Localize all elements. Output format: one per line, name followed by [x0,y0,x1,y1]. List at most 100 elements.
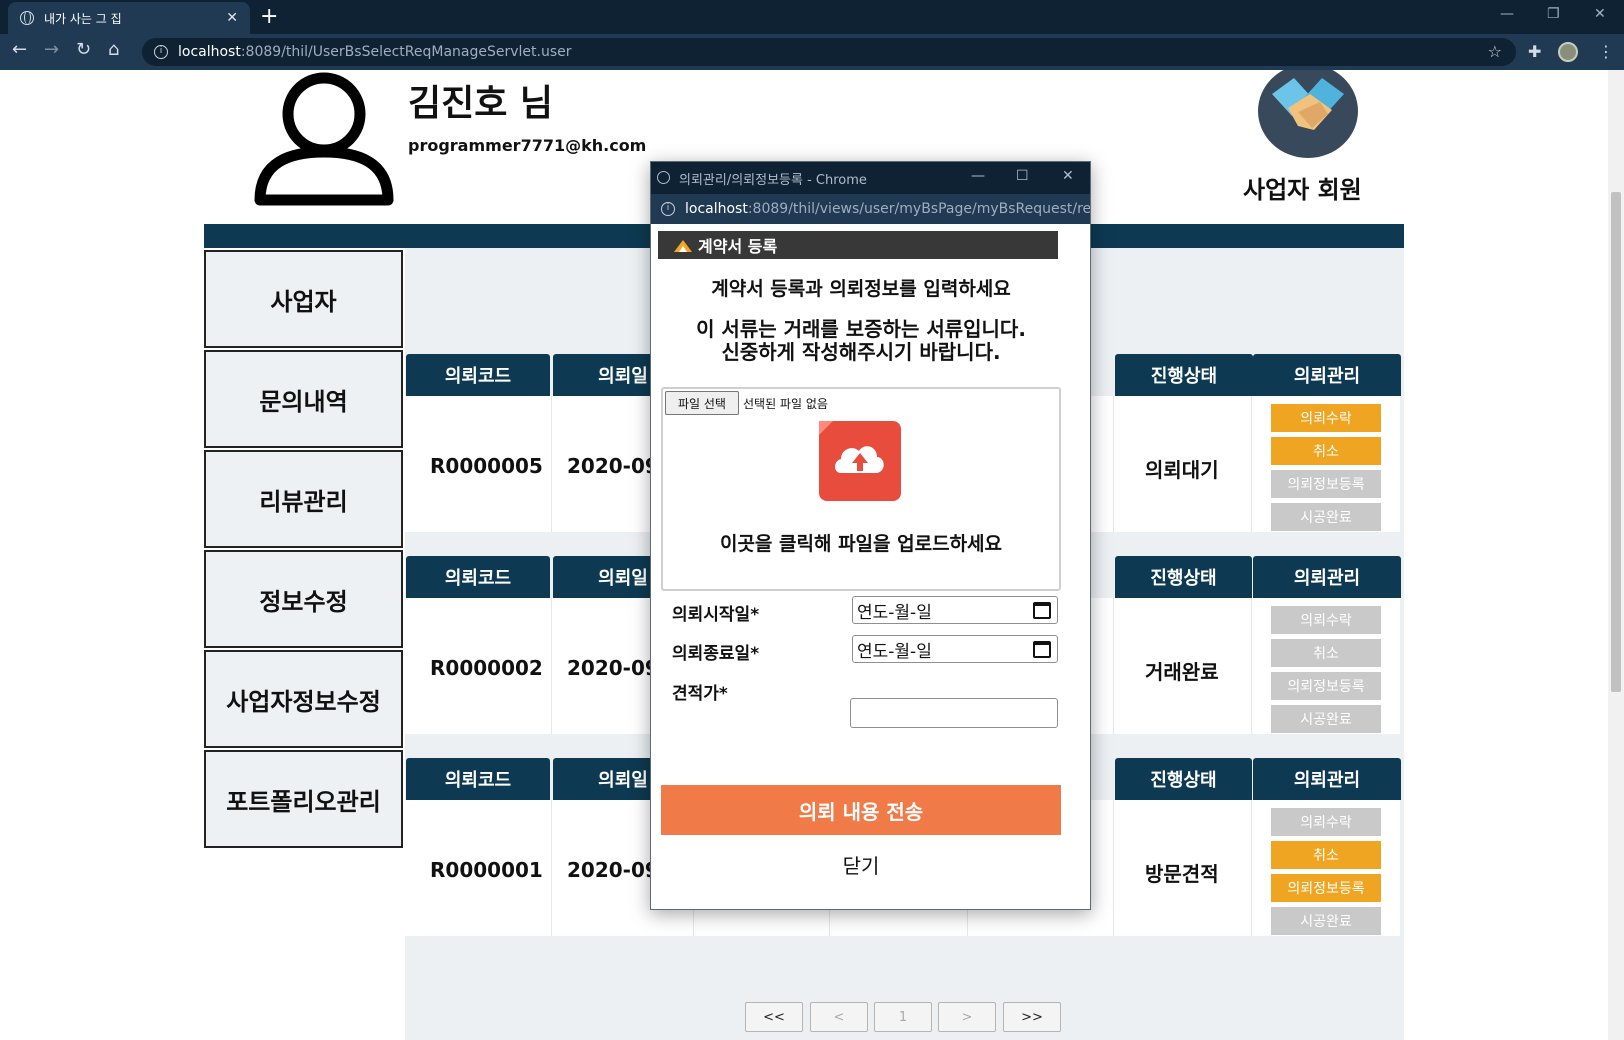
url-path: :8089/thil/UserBsSelectReqManageServlet.… [240,44,572,60]
user-name: 김진호 님 [408,83,554,124]
sidebar-item-edit-business-info[interactable]: 사업자정보수정 [204,650,403,748]
close-window-icon[interactable]: ✕ [1594,6,1606,22]
pagination-page-button[interactable]: 1 [874,1002,932,1032]
sidebar-item-edit-info[interactable]: 정보수정 [204,550,403,648]
header-request-code: 의뢰코드 [406,556,550,598]
sidebar-item-portfolio[interactable]: 포트폴리오관리 [204,750,403,848]
start-date-label: 의뢰시작일* [672,605,760,625]
forward-icon[interactable]: → [44,39,59,60]
pagination-prev-button[interactable]: < [810,1002,868,1032]
request-status: 방문견적 [1145,862,1219,886]
header-manage: 의뢰관리 [1253,354,1401,396]
price-label: 견적가* [672,684,728,704]
upload-instruction: 이곳을 클릭해 파일을 업로드하세요 [719,533,1003,555]
file-status: 선택된 파일 없음 [743,397,828,411]
header-request-code: 의뢰코드 [406,354,550,396]
close-tab-icon[interactable]: ✕ [226,10,238,26]
globe-icon [20,11,34,25]
header-request-code: 의뢰코드 [406,758,550,800]
browser-toolbar: ← → ↻ ⌂ i localhost :8089/thil/UserBsSel… [0,34,1624,70]
user-profile-icon [254,72,394,206]
pagination-last-button[interactable]: >> [1003,1002,1061,1032]
submit-request-button[interactable]: 의뢰 내용 전송 [661,785,1061,835]
close-popup-button[interactable]: 닫기 [651,850,1071,879]
notice-line: 신중하게 작성해주시기 바랍니다. [721,340,1001,364]
register-request-info-button[interactable]: 의뢰정보등록 [1271,470,1381,498]
request-status: 거래완료 [1145,660,1219,684]
sidebar-item-reviews[interactable]: 리뷰관리 [204,450,403,548]
calendar-icon[interactable] [1033,641,1051,658]
complete-construction-button[interactable]: 시공완료 [1271,907,1381,935]
end-date-placeholder: 연도-월-일 [857,641,932,662]
back-icon[interactable]: ← [12,39,27,60]
handshake-logo-icon [1258,70,1358,158]
browser-profile-avatar[interactable] [1558,42,1578,62]
header-manage: 의뢰관리 [1253,758,1401,800]
popup-address-bar: i localhost:8089/thil/views/user/myBsPag… [651,194,1090,224]
url-host: localhost [178,44,241,60]
tab-title: 내가 사는 그 집 [44,11,122,26]
browser-tabbar: 내가 사는 그 집 ✕ + — ❐ ✕ [0,0,1624,34]
section-title: 계약서 등록 [698,237,778,256]
close-window-icon[interactable]: ✕ [1062,168,1074,184]
house-icon [674,240,692,252]
accept-request-button[interactable]: 의뢰수락 [1271,404,1381,432]
price-input[interactable] [850,698,1058,728]
complete-construction-button[interactable]: 시공완료 [1271,705,1381,733]
home-icon[interactable]: ⌂ [108,39,119,60]
minimize-icon[interactable]: — [971,168,985,184]
popup-titlebar: 의뢰관리/의뢰정보등록 - Chrome — ☐ ✕ [651,162,1090,194]
restore-icon[interactable]: ❐ [1547,6,1560,22]
start-date-input[interactable]: 연도-월-일 [852,596,1058,624]
sidebar-item-business[interactable]: 사업자 [204,250,403,348]
header-status: 진행상태 [1115,556,1252,598]
pagination-next-button[interactable]: > [938,1002,996,1032]
globe-icon [657,171,670,184]
header-status: 진행상태 [1115,354,1253,396]
browser-tab[interactable]: 내가 사는 그 집 ✕ [8,2,250,34]
extensions-icon[interactable]: ✚ [1528,42,1541,61]
contract-popup-window: 의뢰관리/의뢰정보등록 - Chrome — ☐ ✕ i localhost:8… [650,161,1091,910]
cloud-upload-icon[interactable] [819,421,901,501]
header-status: 진행상태 [1115,758,1252,800]
sidebar-item-inquiries[interactable]: 문의내역 [204,350,403,448]
popup-url-path: :8089/thil/views/user/myBsPage/myBsReque… [747,201,1090,217]
end-date-input[interactable]: 연도-월-일 [852,635,1058,663]
new-tab-icon[interactable]: + [260,4,278,29]
notice-line: 이 서류는 거래를 보증하는 서류입니다. [696,317,1026,341]
cancel-request-button[interactable]: 취소 [1271,639,1381,667]
accept-request-button[interactable]: 의뢰수락 [1271,606,1381,634]
register-request-info-button[interactable]: 의뢰정보등록 [1271,874,1381,902]
scrollbar-thumb[interactable] [1611,192,1621,692]
site-info-icon[interactable]: i [154,45,168,59]
popup-window-title: 의뢰관리/의뢰정보등록 - Chrome [679,172,867,188]
calendar-icon[interactable] [1033,602,1051,619]
register-request-info-button[interactable]: 의뢰정보등록 [1271,672,1381,700]
site-info-icon[interactable]: i [661,202,675,216]
cancel-request-button[interactable]: 취소 [1271,437,1381,465]
accept-request-button[interactable]: 의뢰수락 [1271,808,1381,836]
request-code: R0000001 [430,858,543,882]
request-code: R0000002 [430,656,543,680]
user-email: programmer7771@kh.com [408,136,647,155]
request-status: 의뢰대기 [1145,458,1219,482]
file-upload-dropzone[interactable]: 파일 선택 선택된 파일 없음 이곳을 클릭해 파일을 업로드하세요 [661,387,1061,591]
end-date-label: 의뢰종료일* [672,644,760,664]
cancel-request-button[interactable]: 취소 [1271,841,1381,869]
popup-heading: 계약서 등록과 의뢰정보를 입력하세요 [711,278,1011,300]
member-type-label: 사업자 회원 [1243,176,1362,204]
popup-notice: 이 서류는 거래를 보증하는 서류입니다. 신중하게 작성해주시기 바랍니다. [651,318,1071,364]
header-manage: 의뢰관리 [1253,556,1401,598]
address-bar[interactable]: i localhost :8089/thil/UserBsSelectReqMa… [142,38,1516,66]
section-header: 계약서 등록 [658,231,1058,259]
reload-icon[interactable]: ↻ [76,39,91,60]
menu-icon[interactable]: ⋮ [1598,42,1614,61]
complete-construction-button[interactable]: 시공완료 [1271,503,1381,531]
maximize-icon[interactable]: ☐ [1016,168,1029,184]
page-scrollbar[interactable] [1608,70,1624,1040]
file-select-button[interactable]: 파일 선택 [665,391,739,415]
request-code: R0000005 [430,454,543,478]
pagination-first-button[interactable]: << [745,1002,803,1032]
minimize-icon[interactable]: — [1500,6,1514,22]
bookmark-star-icon[interactable]: ☆ [1488,42,1502,61]
